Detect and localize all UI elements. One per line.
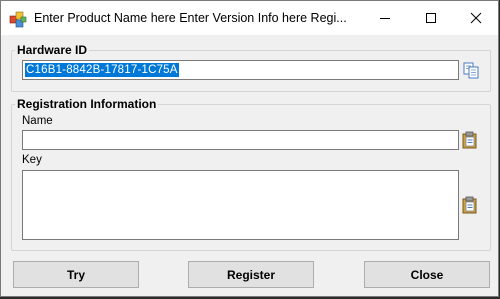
registration-info-legend: Registration Information	[17, 97, 157, 111]
minimize-icon	[380, 18, 390, 19]
hardware-id-legend: Hardware ID	[17, 43, 88, 57]
close-button[interactable]: Close	[364, 261, 490, 288]
close-window-button[interactable]	[453, 1, 499, 35]
key-input[interactable]	[22, 170, 459, 240]
try-button[interactable]: Try	[13, 261, 139, 288]
minimize-button[interactable]	[362, 1, 408, 35]
paste-name-icon[interactable]	[461, 131, 479, 149]
register-button[interactable]: Register	[188, 261, 314, 288]
app-icon	[9, 10, 27, 28]
copy-icon[interactable]	[462, 61, 480, 79]
key-label: Key	[22, 154, 42, 166]
registration-dialog: Enter Product Name here Enter Version In…	[0, 0, 499, 297]
name-label: Name	[22, 115, 53, 127]
window-title: Enter Product Name here Enter Version In…	[34, 11, 347, 25]
maximize-button[interactable]	[408, 1, 454, 35]
close-icon	[470, 12, 482, 24]
maximize-icon	[426, 13, 436, 23]
hardware-id-field[interactable]: C16B1-8842B-17817-1C75A	[22, 60, 459, 80]
hardware-id-value: C16B1-8842B-17817-1C75A	[25, 63, 179, 77]
title-bar[interactable]: Enter Product Name here Enter Version In…	[1, 1, 498, 35]
name-input[interactable]	[22, 130, 459, 150]
paste-key-icon[interactable]	[461, 196, 479, 214]
